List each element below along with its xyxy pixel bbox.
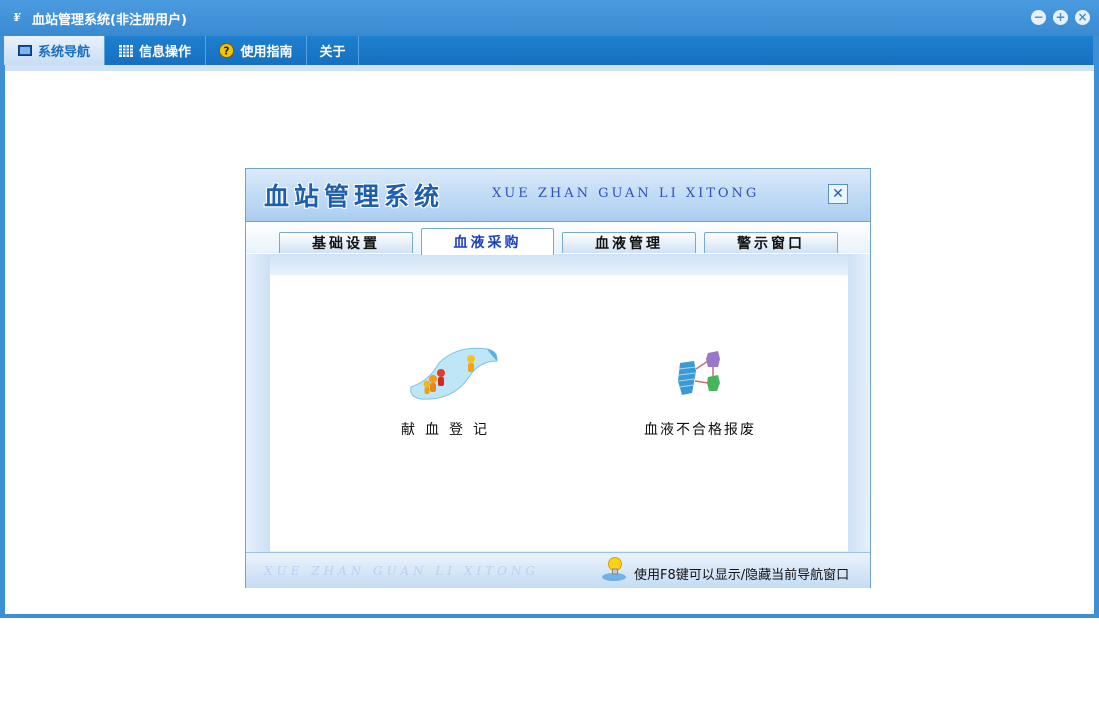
navigation-panel: 血站管理系统 XUE ZHAN GUAN LI XITONG ✕ 基础设置 血液… (245, 168, 871, 588)
tab-blood-purchase[interactable]: 血液采购 (421, 228, 554, 255)
panel-left-border (246, 254, 270, 552)
close-icon: ✕ (832, 186, 844, 202)
window-title: 血站管理系统(非注册用户) (32, 13, 187, 28)
menu-item-label: 关于 (319, 45, 346, 60)
lightbulb-icon (602, 557, 626, 581)
grid-icon (118, 44, 133, 57)
svg-text:?: ? (224, 45, 230, 57)
minimize-icon[interactable]: − (1031, 10, 1046, 25)
menu-item-about[interactable]: 关于 (307, 36, 359, 65)
menu-item-label: 使用指南 (240, 45, 293, 60)
nav-item-blood-scrap[interactable]: 血液不合格报废 (615, 341, 785, 439)
title-bar[interactable]: ¥ 血站管理系统(非注册用户) − + × (0, 0, 1099, 36)
blood-scrap-icon (678, 351, 720, 395)
panel-footer: XUE ZHAN GUAN LI XITONG 使用F8键可以显示/隐藏当前导航… (246, 552, 870, 588)
panel-right-border (848, 254, 870, 552)
menu-item-label: 信息操作 (138, 45, 191, 60)
nav-item-label: 血液不合格报废 (644, 422, 756, 438)
menu-item-info-ops[interactable]: 信息操作 (105, 36, 206, 65)
maximize-icon[interactable]: + (1053, 10, 1068, 25)
footer-hint: 使用F8键可以显示/隐藏当前导航窗口 (634, 568, 850, 583)
menu-item-guide[interactable]: ? 使用指南 (206, 36, 307, 65)
close-icon[interactable]: × (1075, 10, 1090, 25)
panel-close-button[interactable]: ✕ (828, 184, 848, 204)
nav-item-donor-registration[interactable]: 献血登记 (364, 341, 534, 439)
panel-header: 血站管理系统 XUE ZHAN GUAN LI XITONG ✕ (246, 169, 870, 221)
menu-bar: 系统导航 信息操作 ? 使用指南 关于 (4, 36, 1093, 65)
tab-blood-management[interactable]: 血液管理 (562, 232, 696, 253)
panel-title: 血站管理系统 (264, 182, 445, 211)
nav-item-label: 献血登记 (401, 422, 497, 438)
help-icon: ? (219, 43, 235, 58)
donor-registration-icon (410, 347, 498, 400)
panel-tabstrip: 基础设置 血液采购 血液管理 警示窗口 (246, 221, 870, 255)
app-logo-icon: ¥ (13, 11, 21, 24)
tab-basic-settings[interactable]: 基础设置 (279, 232, 413, 253)
footer-watermark: XUE ZHAN GUAN LI XITONG (264, 564, 540, 578)
menu-item-label: 系统导航 (37, 45, 90, 60)
monitor-icon (17, 44, 32, 56)
panel-subtitle: XUE ZHAN GUAN LI XITONG (492, 186, 760, 201)
menu-item-system-nav[interactable]: 系统导航 (4, 36, 105, 65)
tab-band (246, 254, 870, 276)
tab-alert-window[interactable]: 警示窗口 (704, 232, 838, 253)
panel-content: 献血登记 血液不合格报废 (270, 275, 848, 551)
